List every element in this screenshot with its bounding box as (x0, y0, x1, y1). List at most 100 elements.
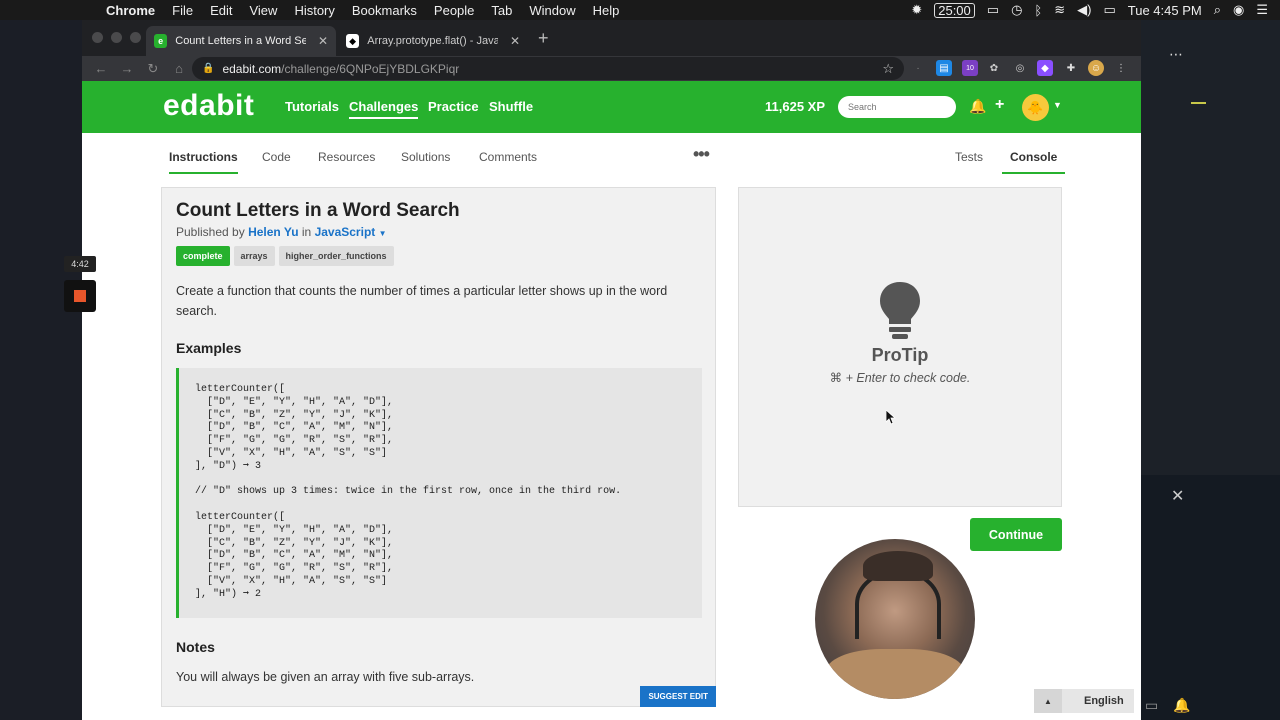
battery-icon[interactable]: ▭ (1103, 2, 1115, 18)
tab-close-icon[interactable]: ✕ (318, 34, 328, 48)
menu-file[interactable]: File (172, 3, 193, 18)
bookmark-star-icon[interactable]: ☆ (882, 61, 894, 77)
search-input[interactable] (838, 96, 956, 118)
menu-view[interactable]: View (249, 3, 277, 18)
site-header: edabit Tutorials Challenges Practice Shu… (82, 81, 1141, 133)
extension-icon[interactable]: ◆ (1037, 60, 1053, 76)
new-tab-icon[interactable]: + (538, 28, 549, 49)
bell-icon[interactable]: 🔔 (1173, 697, 1190, 714)
language-dropdown[interactable]: JavaScript ▼ (315, 225, 387, 239)
author-link[interactable]: Helen Yu (248, 225, 298, 239)
lock-icon[interactable]: 🔒 (202, 63, 214, 74)
chevron-up-icon: ▲ (1034, 689, 1062, 713)
tab-instructions[interactable]: Instructions (169, 150, 238, 174)
tab-code[interactable]: Code (262, 150, 291, 172)
pomodoro-timer[interactable]: 25:00 (934, 2, 975, 18)
forward-icon[interactable]: → (120, 61, 134, 76)
back-icon[interactable]: ← (94, 61, 108, 76)
minimize-window-button[interactable] (111, 32, 122, 43)
gear-icon[interactable]: ✹ (911, 2, 922, 18)
reload-icon[interactable]: ↻ (146, 61, 160, 77)
spotlight-icon[interactable]: ⌕ (1214, 2, 1221, 18)
window-controls (92, 32, 141, 43)
browser-toolbar: ← → ↻ ⌂ 🔒 edabit.com/challenge/6QNPoEjYB… (82, 56, 1141, 81)
publish-info: Published by Helen Yu in JavaScript ▼ (176, 225, 387, 239)
browser-window: e Count Letters in a Word Search ✕ ◆ Arr… (82, 20, 1141, 720)
nav-shuffle[interactable]: Shuffle (489, 99, 533, 114)
language-label: JavaScript (314, 225, 376, 239)
nav-practice[interactable]: Practice (428, 99, 479, 114)
chevron-down-icon[interactable]: ▼ (1053, 100, 1062, 110)
more-icon[interactable]: ⋯ (1169, 46, 1183, 63)
tab-tests[interactable]: Tests (955, 150, 983, 172)
extension-icon[interactable]: ✿ (986, 60, 1002, 76)
screen-icon[interactable]: ▭ (987, 2, 999, 18)
tab-close-icon[interactable]: ✕ (510, 34, 520, 48)
mdn-favicon-icon: ◆ (346, 34, 360, 48)
menu-tab[interactable]: Tab (491, 3, 512, 18)
avatar[interactable]: 🐥 (1022, 94, 1049, 121)
tag-higher-order-functions[interactable]: higher_order_functions (278, 246, 394, 266)
wifi-icon[interactable]: ≋ (1054, 2, 1065, 18)
tag-complete[interactable]: complete (176, 246, 230, 266)
url-path: /challenge/6QNPoEjYBDLGKPiqr (281, 61, 460, 76)
nav-challenges[interactable]: Challenges (349, 99, 419, 119)
chrome-menu-icon[interactable]: ⋮ (1113, 60, 1129, 76)
continue-button[interactable]: Continue (970, 518, 1062, 551)
left-desktop-strip (0, 20, 82, 720)
tab-comments[interactable]: Comments (479, 150, 537, 172)
profile-avatar-icon[interactable]: ☺ (1088, 60, 1104, 76)
tab-inactive[interactable]: ◆ Array.prototype.flat() - JavaSc ✕ (338, 26, 528, 56)
add-icon[interactable]: + (995, 96, 1004, 114)
bell-icon[interactable]: 🔔 (969, 98, 986, 115)
extension-icon[interactable]: ▤ (936, 60, 952, 76)
extension-icon[interactable]: ◎ (1012, 60, 1028, 76)
menu-app-name[interactable]: Chrome (106, 3, 155, 18)
extension-icon[interactable]: · (910, 60, 926, 76)
nav-tutorials[interactable]: Tutorials (285, 99, 339, 114)
instructions-panel: Count Letters in a Word Search Published… (161, 187, 716, 707)
background-app-window: ⋯ ✕ ▭ 🔔 (1141, 20, 1280, 720)
tab-console[interactable]: Console (1002, 150, 1066, 174)
address-bar[interactable]: 🔒 edabit.com/challenge/6QNPoEjYBDLGKPiqr… (192, 57, 904, 80)
protip-title: ProTip (871, 345, 929, 365)
home-icon[interactable]: ⌂ (172, 61, 186, 76)
tab-active[interactable]: e Count Letters in a Word Search ✕ (146, 26, 336, 56)
more-options-icon[interactable]: ••• (693, 144, 710, 165)
menu-help[interactable]: Help (593, 3, 620, 18)
recording-timer: 4:42 (64, 256, 96, 272)
tag-arrays[interactable]: arrays (233, 246, 275, 266)
menu-people[interactable]: People (434, 3, 474, 18)
tab-strip: e Count Letters in a Word Search ✕ ◆ Arr… (82, 20, 1141, 56)
time-machine-icon[interactable]: ◷ (1011, 2, 1022, 18)
bluetooth-icon[interactable]: ᛒ (1034, 3, 1042, 18)
menu-history[interactable]: History (294, 3, 334, 18)
webcam-overlay (815, 539, 975, 699)
menu-edit[interactable]: Edit (210, 3, 232, 18)
close-icon[interactable]: ✕ (1171, 486, 1184, 506)
in-label: in (301, 225, 312, 239)
menu-window[interactable]: Window (529, 3, 575, 18)
siri-icon[interactable]: ◉ (1233, 2, 1244, 18)
zoom-window-button[interactable] (130, 32, 141, 43)
protip-hint: ⌘ + Enter to check code. (829, 371, 971, 385)
tab-solutions[interactable]: Solutions (401, 150, 450, 172)
volume-icon[interactable]: ◀) (1077, 2, 1091, 18)
puzzle-icon[interactable]: ✚ (1063, 60, 1079, 76)
extension-badge-icon[interactable]: 10 (962, 60, 978, 76)
close-window-button[interactable] (92, 32, 103, 43)
xp-counter: 11,625 XP (765, 99, 825, 114)
clock[interactable]: Tue 4:45 PM (1128, 3, 1202, 18)
tab-resources[interactable]: Resources (318, 150, 375, 172)
published-by-label: Published by (176, 225, 245, 239)
menu-bookmarks[interactable]: Bookmarks (352, 3, 417, 18)
caret-down-icon: ▼ (378, 229, 387, 238)
notification-center-icon[interactable]: ☰ (1256, 2, 1268, 18)
stop-recording-button[interactable] (64, 280, 96, 312)
comment-icon[interactable]: ▭ (1145, 697, 1158, 714)
challenge-title: Count Letters in a Word Search (176, 200, 460, 221)
edabit-logo[interactable]: edabit (163, 89, 254, 123)
stop-icon (74, 290, 86, 302)
language-selector[interactable]: ▲ English (1034, 689, 1134, 713)
suggest-edit-button[interactable]: SUGGEST EDIT (640, 686, 716, 707)
